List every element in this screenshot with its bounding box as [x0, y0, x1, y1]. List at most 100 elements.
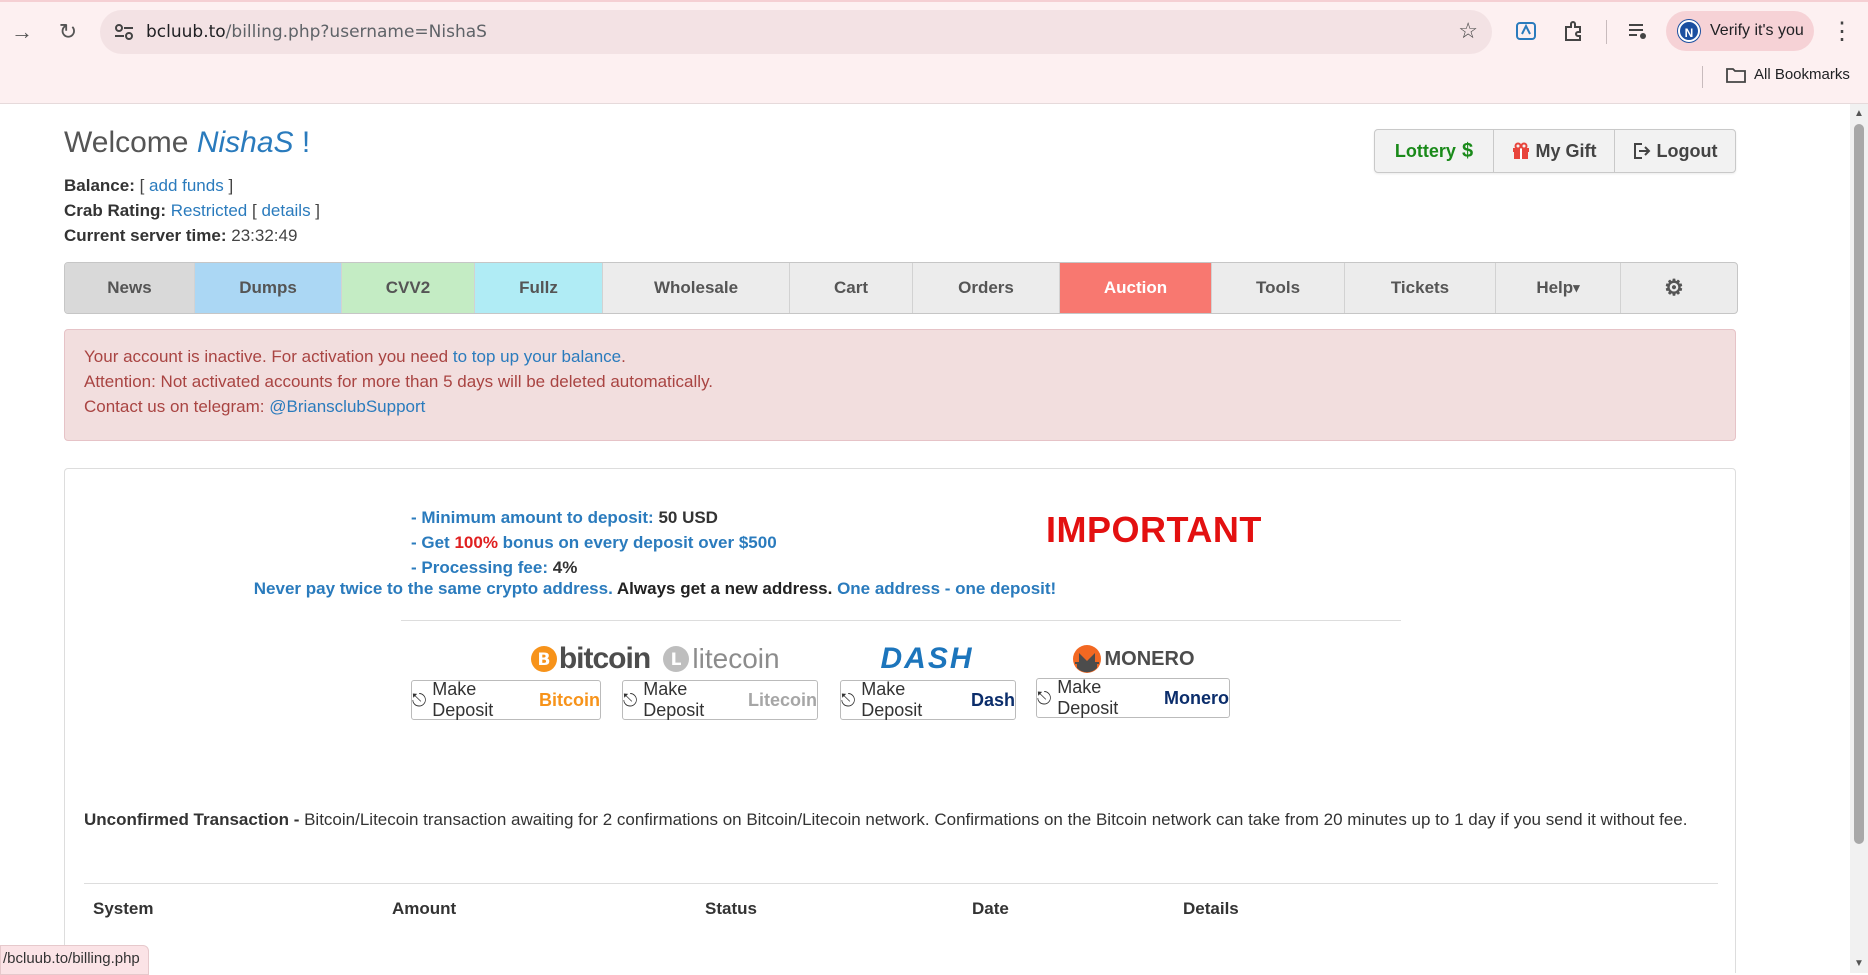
crab-rating-line: Crab Rating: Restricted [ details ] [64, 201, 321, 220]
gear-icon: ⚙ [1664, 275, 1684, 300]
server-time-value: 23:32:49 [231, 226, 298, 245]
logout-label: Logout [1656, 140, 1718, 161]
nav-label: CVV2 [385, 278, 431, 297]
make-deposit-label: Make Deposit [643, 679, 705, 720]
deposit-icon: ⎋ [623, 689, 638, 710]
nav-tickets[interactable]: Tickets [1345, 263, 1496, 313]
deposit-icon: ⎋ [412, 689, 427, 710]
monero-wordmark: MONERO [1104, 647, 1195, 670]
alert-line-3: Contact us on telegram: @BriansclubSuppo… [84, 394, 1716, 419]
bitcoin-icon: B [530, 646, 557, 672]
dash-wordmark: DASH [880, 642, 974, 675]
forward-icon[interactable]: → [4, 14, 40, 50]
fee-line: - Processing fee: 4% [411, 555, 777, 580]
nav-label: Auction [1103, 278, 1168, 297]
extensions-icon[interactable] [1559, 17, 1587, 45]
min-deposit-value: 50 USD [658, 508, 718, 527]
account-button-group: Lottery $ My Gift Logout [1374, 129, 1736, 173]
make-deposit-litecoin-button[interactable]: ⎋ Make Deposit Litecoin [622, 679, 818, 720]
dollar-icon: $ [1461, 139, 1474, 162]
dash-label: Dash [970, 689, 1015, 710]
alert-line-2: Attention: Not activated accounts for mo… [84, 372, 714, 391]
scroll-up-icon[interactable]: ▲ [1854, 108, 1864, 119]
profile-avatar: N [1678, 20, 1700, 42]
warning-part-1: Never pay twice to the same crypto addre… [253, 579, 613, 598]
balance-line: Balance: [ add funds ] [64, 176, 234, 195]
alert-line-1: Your account is inactive. For activation… [84, 344, 1716, 369]
username: NishaS [196, 126, 294, 159]
divider [401, 620, 1401, 621]
bookmark-star-icon[interactable]: ☆ [1458, 18, 1478, 44]
nav-tools[interactable]: Tools [1212, 263, 1345, 313]
nav-settings[interactable]: ⚙ [1621, 263, 1727, 313]
server-time-line: Current server time: 23:32:49 [64, 226, 297, 246]
top-up-balance-link[interactable]: to top up your balance [453, 347, 621, 366]
min-deposit-label: - Minimum amount to deposit: [411, 508, 654, 527]
bonus-line: - Get 100% bonus on every deposit over $… [411, 530, 777, 555]
tab-strip-edge [0, 0, 1868, 2]
details-link[interactable]: details [261, 201, 310, 220]
lottery-label: Lottery [1394, 140, 1456, 161]
litecoin-label: Litecoin [747, 689, 817, 710]
column-header-amount: Amount [392, 899, 457, 918]
make-deposit-monero-button[interactable]: ⎋ Make Deposit Monero [1036, 677, 1230, 718]
nav-label: Wholesale [653, 278, 739, 297]
nav-label: News [107, 278, 152, 297]
make-deposit-dash-button[interactable]: ⎋ Make Deposit Dash [840, 679, 1016, 720]
browser-chrome: → ↻ bcluub.to/billing.php?username=Nisha… [0, 0, 1868, 104]
svg-text:B: B [537, 650, 550, 670]
welcome-heading: Welcome NishaS ! [64, 126, 310, 160]
make-deposit-label: Make Deposit [432, 679, 494, 720]
bonus-pre: - Get [411, 533, 455, 552]
nav-orders[interactable]: Orders [913, 263, 1060, 313]
nav-label: Dumps [239, 278, 297, 297]
address-bar[interactable]: bcluub.to/billing.php?username=NishaS ☆ [100, 10, 1492, 54]
column-header-date: Date [972, 899, 1009, 918]
lottery-button[interactable]: Lottery $ [1375, 130, 1494, 172]
make-deposit-bitcoin-button[interactable]: ⎋ Make Deposit Bitcoin [411, 679, 601, 720]
telegram-support-link[interactable]: @BriansclubSupport [269, 397, 425, 416]
nav-dumps[interactable]: Dumps [195, 263, 342, 313]
site-settings-icon[interactable] [112, 21, 136, 43]
alert-contact-text: Contact us on telegram: [84, 397, 270, 416]
reload-icon[interactable]: ↻ [50, 14, 86, 50]
toolbar-divider [1606, 20, 1607, 44]
table-divider [84, 883, 1718, 884]
translate-icon[interactable] [1512, 17, 1540, 45]
important-heading: IMPORTANT [1046, 509, 1262, 550]
scroll-down-icon[interactable]: ▼ [1854, 958, 1864, 969]
column-header-system: System [93, 899, 154, 918]
url-domain: bcluub.to [146, 22, 226, 42]
column-header-status: Status [705, 899, 757, 918]
vertical-scrollbar[interactable]: ▲ ▼ [1850, 104, 1868, 973]
monero-icon [1072, 645, 1101, 673]
url-text[interactable]: bcluub.to/billing.php?username=NishaS [146, 22, 487, 42]
bookmarks-divider [1702, 66, 1703, 88]
litecoin-icon: L [663, 646, 690, 672]
nav-cart[interactable]: Cart [790, 263, 913, 313]
nav-auction[interactable]: Auction [1060, 263, 1212, 313]
monero-label: Monero [1164, 687, 1229, 708]
nav-wholesale[interactable]: Wholesale [603, 263, 790, 313]
scrollbar-thumb[interactable] [1854, 124, 1864, 844]
add-funds-link[interactable]: add funds [149, 176, 224, 195]
dash-logo: DASH [812, 641, 1042, 677]
balance-label: Balance: [64, 176, 135, 195]
media-control-icon[interactable] [1624, 17, 1652, 45]
nav-news[interactable]: News [65, 263, 195, 313]
verify-profile-button[interactable]: N Verify it's you [1666, 11, 1814, 51]
verify-label: Verify it's you [1710, 22, 1804, 39]
crab-rating-value[interactable]: Restricted [171, 201, 248, 220]
deposit-icon: ⎋ [1037, 687, 1052, 708]
all-bookmarks-button[interactable]: All Bookmarks [1726, 66, 1850, 83]
url-path: /billing.php?username=NishaS [225, 22, 487, 42]
bonus-percent: 100% [454, 533, 498, 552]
browser-menu-icon[interactable]: ⋮ [1830, 17, 1854, 46]
logout-button[interactable]: Logout [1615, 130, 1735, 172]
my-gift-button[interactable]: My Gift [1494, 130, 1615, 172]
nav-label: Cart [833, 278, 868, 297]
nav-cvv2[interactable]: CVV2 [342, 263, 475, 313]
monero-logo: MONERO [1018, 641, 1248, 677]
nav-help[interactable]: Help ▾ [1496, 263, 1621, 313]
nav-fullz[interactable]: Fullz [475, 263, 603, 313]
